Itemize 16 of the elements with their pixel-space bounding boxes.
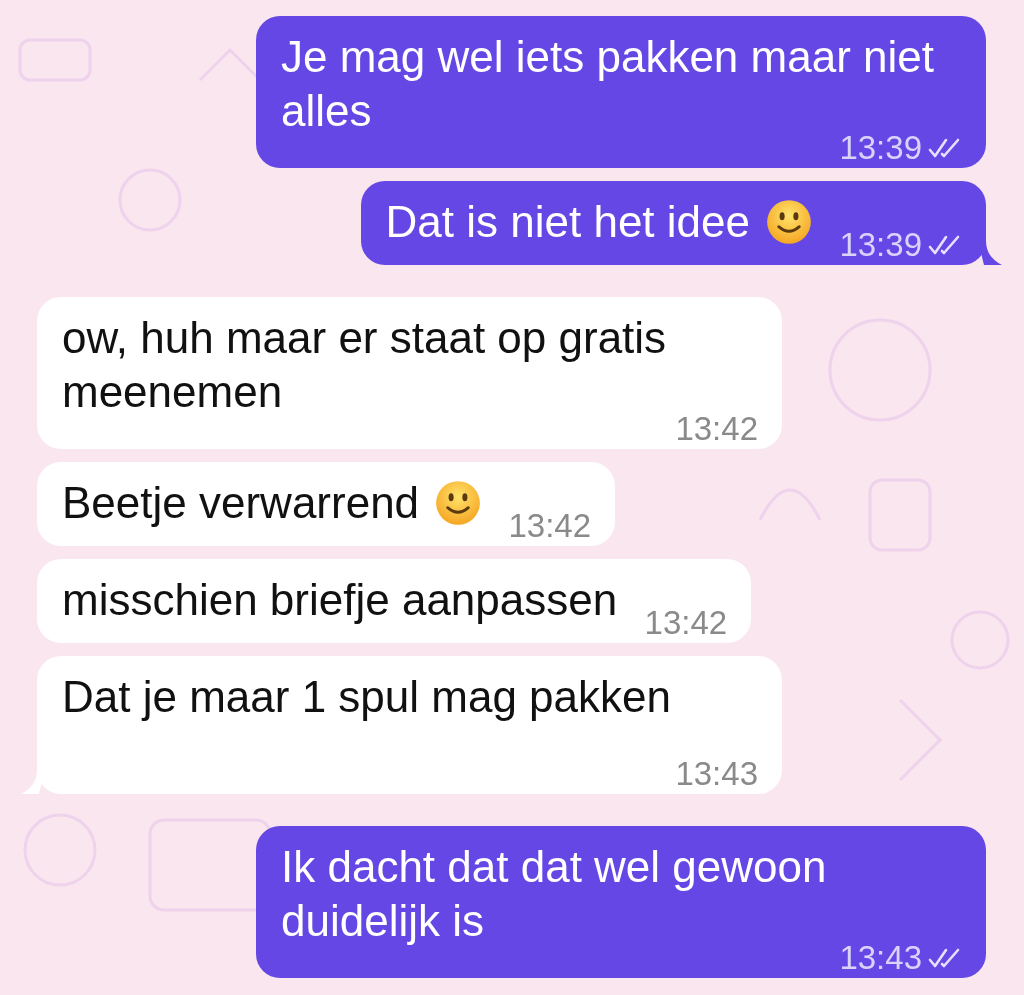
- smiley-icon: [766, 199, 812, 245]
- message-time: 13:42: [644, 611, 728, 635]
- message-time: 13:39: [839, 233, 922, 257]
- message-text: Dat is niet het idee: [385, 197, 750, 246]
- message-time: 13:39: [839, 136, 922, 160]
- message-time: 13:43: [675, 762, 758, 786]
- message-time: 13:42: [508, 514, 592, 538]
- message-text: Je mag wel iets pakken maar niet alles: [281, 32, 934, 135]
- smiley-icon: [435, 480, 482, 526]
- message-text: ow, huh maar er staat op gratis meenemen: [62, 313, 667, 416]
- message-time: 13:43: [839, 946, 922, 970]
- message-text: misschien briefje aanpassen: [62, 575, 618, 624]
- message-time: 13:42: [675, 417, 758, 441]
- message-text: Dat je maar 1 spul mag pakken: [62, 672, 671, 721]
- message-text: Beetje verwarrend: [62, 478, 420, 527]
- message-text: Ik dacht dat dat wel gewoon duidelijk is: [281, 842, 827, 945]
